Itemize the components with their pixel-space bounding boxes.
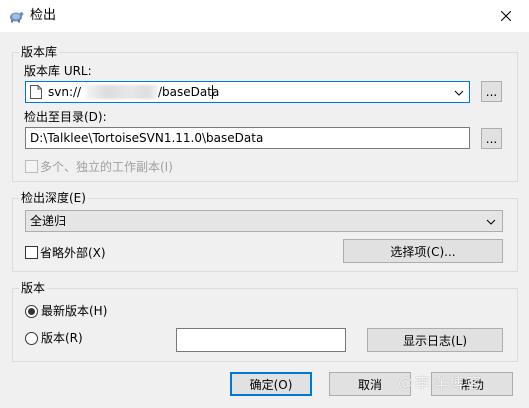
choose-items-label: 选择项(C)... (390, 244, 456, 259)
url-label: 版本库 URL: (24, 64, 92, 78)
file-icon (30, 85, 42, 99)
checkout-dir-value: D:\Talklee\TortoiseSVN1.11.0\baseData (30, 131, 264, 145)
url-prefix: svn:// (48, 85, 82, 99)
show-log-button[interactable]: 显示日志(L) (367, 328, 503, 352)
chevron-down-icon (486, 216, 496, 230)
cancel-label: 取消 (357, 377, 382, 392)
url-combobox[interactable]: svn:// /baseData (25, 81, 470, 103)
browse-label: ... (485, 84, 498, 99)
multiple-copies-label: 多个、独立的工作副本(I) (40, 160, 173, 174)
depth-selected: 全递归 (30, 214, 67, 228)
revision-group-label: 版本 (19, 281, 48, 295)
depth-group-label: 检出深度(E) (19, 191, 88, 205)
repository-group-label: 版本库 (19, 45, 60, 59)
tortoise-svn-icon (8, 8, 24, 24)
ok-label: 确定(O) (249, 377, 293, 392)
url-suffix: /baseData (158, 85, 220, 99)
title-bar: 检出 (0, 0, 529, 32)
watermark: @李洋博客 (398, 374, 484, 392)
revision-input[interactable] (176, 328, 346, 352)
show-log-label: 显示日志(L) (402, 333, 468, 348)
redacted-host (86, 85, 158, 99)
multiple-copies-checkbox[interactable] (25, 160, 38, 173)
chevron-down-icon[interactable] (454, 87, 464, 97)
head-revision-label: 最新版本(H) (41, 304, 108, 318)
url-browse-button[interactable]: ... (481, 81, 502, 102)
window-title: 检出 (30, 8, 57, 23)
checkout-dir-label: 检出至目录(D): (24, 110, 107, 124)
browse-label: ... (485, 131, 498, 146)
ok-button[interactable]: 确定(O) (230, 372, 312, 396)
checkout-dir-field[interactable]: D:\Talklee\TortoiseSVN1.11.0\baseData (25, 127, 470, 149)
head-revision-radio[interactable] (25, 305, 38, 318)
close-button[interactable] (483, 0, 529, 32)
specific-revision-radio[interactable] (25, 332, 38, 345)
close-icon (501, 11, 511, 21)
specific-revision-label: 版本(R) (41, 331, 83, 345)
omit-externals-label: 省略外部(X) (40, 246, 106, 260)
checkout-dir-browse-button[interactable]: ... (481, 128, 502, 149)
choose-items-button[interactable]: 选择项(C)... (343, 239, 503, 263)
text-caret (212, 85, 213, 99)
depth-combobox[interactable]: 全递归 (25, 210, 503, 232)
omit-externals-checkbox[interactable] (25, 246, 38, 259)
